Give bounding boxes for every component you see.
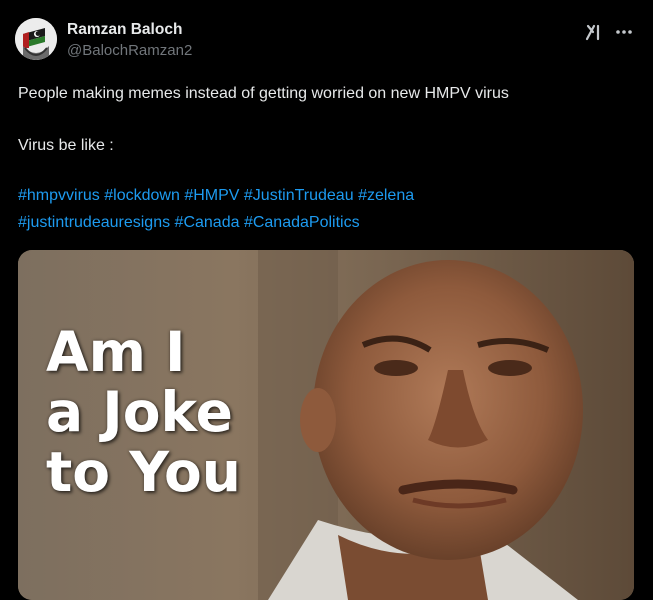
meme-caption-line: a Joke (46, 380, 233, 444)
tweet-text-line1: People making memes instead of getting w… (18, 85, 509, 102)
hashtag-link[interactable]: #lockdown (104, 187, 180, 204)
tweet-media-image[interactable]: Am I a Joke to You (18, 250, 634, 600)
more-icon[interactable] (613, 22, 635, 42)
hashtags-row2: #justintrudeauresigns #Canada #CanadaPol… (18, 212, 360, 234)
meme-caption-line: Am I (46, 320, 186, 384)
avatar[interactable] (15, 18, 57, 60)
meme-caption: Am I a Joke to You (46, 322, 241, 502)
hashtag-link[interactable]: #justintrudeauresigns (18, 214, 170, 231)
hashtag-link[interactable]: #Canada (175, 214, 240, 231)
tweet-card[interactable]: Ramzan Baloch @BalochRamzan2 People maki… (0, 0, 653, 600)
tweet-text-line2: Virus be like : (18, 137, 114, 154)
grok-icon[interactable] (584, 22, 606, 42)
meme-caption-line: to You (46, 440, 241, 504)
hashtag-link[interactable]: #hmpvvirus (18, 187, 100, 204)
hashtag-link[interactable]: #CanadaPolitics (244, 214, 360, 231)
hashtags-row1: #hmpvvirus #lockdown #HMPV #JustinTrudea… (18, 185, 414, 207)
author-handle[interactable]: @BalochRamzan2 (67, 42, 192, 59)
hashtag-link[interactable]: #JustinTrudeau (244, 187, 354, 204)
author-name[interactable]: Ramzan Baloch (67, 21, 182, 39)
hashtag-link[interactable]: #zelena (358, 187, 414, 204)
hashtag-link[interactable]: #HMPV (184, 187, 239, 204)
